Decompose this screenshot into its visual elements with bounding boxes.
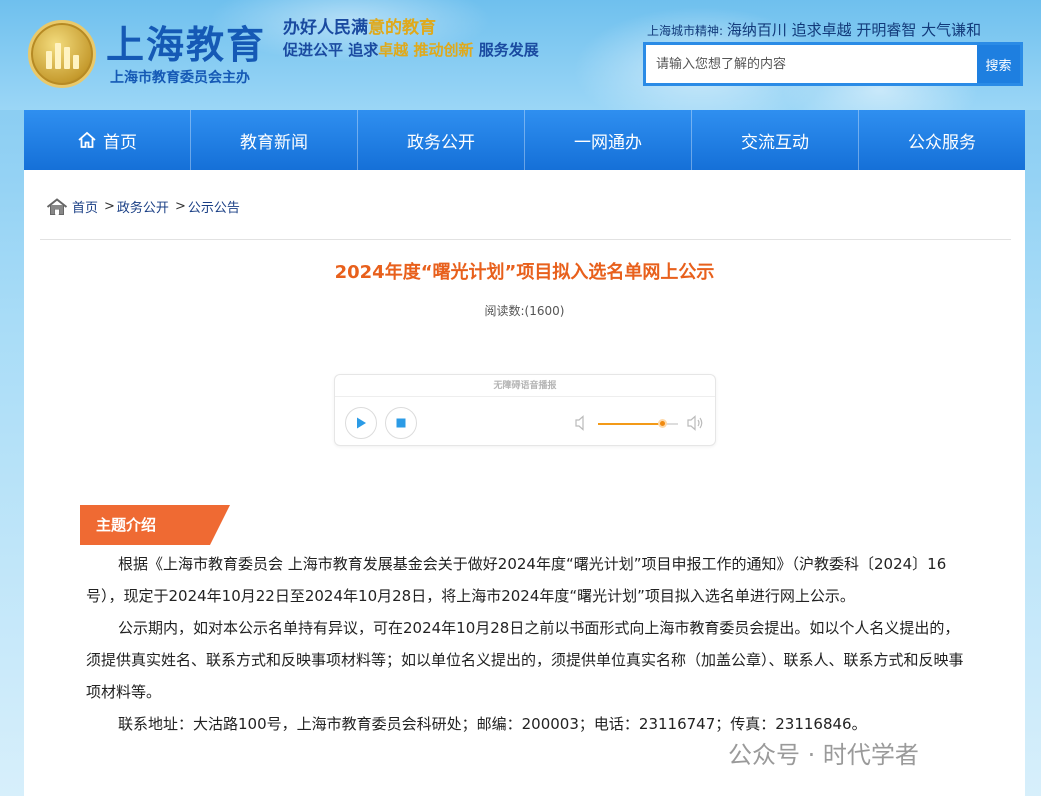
play-button[interactable] bbox=[345, 407, 377, 439]
stop-icon bbox=[396, 418, 406, 428]
watermark-text: 公众号 · 时代学者 bbox=[728, 741, 919, 769]
player-title: 无障碍语音播报 bbox=[335, 375, 715, 397]
article-paragraph: 根据《上海市教育委员会 上海市教育发展基金会关于做好2024年度“曙光计划”项目… bbox=[86, 555, 947, 605]
slogan-line-2-b: 卓越 推动创新 bbox=[378, 41, 474, 59]
breadcrumb-home[interactable]: 首页 bbox=[72, 197, 98, 216]
breadcrumb-government-affairs[interactable]: 政务公开 bbox=[117, 197, 169, 216]
nav-item-label: 一网通办 bbox=[574, 132, 642, 153]
breadcrumb-separator: > bbox=[104, 199, 115, 214]
slogan-line-1: 办好人民满意的教育 bbox=[283, 13, 436, 38]
nav-item-government-affairs[interactable]: 政务公开 bbox=[358, 110, 525, 170]
logo-emblem-icon[interactable] bbox=[28, 20, 96, 88]
search-button[interactable]: 搜索 bbox=[977, 45, 1020, 83]
volume-slider[interactable] bbox=[598, 419, 678, 428]
nav-item-label: 交流互动 bbox=[741, 132, 809, 153]
slogan-line-2-a: 促进公平 追求 bbox=[283, 41, 379, 59]
play-icon bbox=[357, 417, 366, 429]
read-count: 阅读数:(1600) bbox=[484, 304, 565, 318]
city-spirit-text: 海纳百川 追求卓越 开明睿智 大气谦和 bbox=[726, 21, 982, 39]
volume-low-icon[interactable] bbox=[575, 415, 589, 431]
volume-high-icon[interactable] bbox=[687, 415, 705, 431]
nav-item-one-stop-service[interactable]: 一网通办 bbox=[525, 110, 692, 170]
city-spirit: 上海城市精神: 海纳百川 追求卓越 开明睿智 大气谦和 bbox=[647, 19, 981, 40]
home-icon bbox=[78, 131, 96, 148]
article-title: 2024年度“曙光计划”项目拟入选名单网上公示 bbox=[334, 262, 715, 283]
nav-item-label: 公众服务 bbox=[908, 132, 976, 153]
site-logo-subtitle: 上海市教育委员会主办 bbox=[110, 70, 250, 86]
nav-item-education-news[interactable]: 教育新闻 bbox=[191, 110, 358, 170]
divider bbox=[40, 239, 1011, 240]
nav-item-label: 教育新闻 bbox=[240, 132, 308, 153]
breadcrumb-separator: > bbox=[174, 199, 186, 214]
site-header: 上海教育 上海市教育委员会主办 办好人民满意的教育 促进公平 追求卓越 推动创新… bbox=[0, 0, 1041, 110]
home-icon bbox=[46, 197, 68, 215]
nav-item-public-service[interactable]: 公众服务 bbox=[859, 110, 1025, 170]
slogan-line-2: 促进公平 追求卓越 推动创新 服务发展 bbox=[283, 39, 539, 60]
main-content: 首页 > 政务公开 > 公示公告 2024年度“曙光计划”项目拟入选名单网上公示… bbox=[24, 170, 1025, 796]
article-paragraph: 公示期内，如对本公示名单持有异议，可在2024年10月28日之前以书面形式向上海… bbox=[86, 619, 964, 701]
section-tag-label: 主题介绍 bbox=[96, 516, 157, 534]
nav-item-home[interactable]: 首页 bbox=[24, 110, 191, 170]
search-box: 搜索 bbox=[643, 42, 1023, 86]
watermark: 公众号 · 时代学者 bbox=[728, 735, 919, 770]
nav-item-label: 首页 bbox=[103, 132, 137, 153]
article-body: 根据《上海市教育委员会 上海市教育发展基金会关于做好2024年度“曙光计划”项目… bbox=[86, 548, 966, 740]
volume-slider-handle[interactable] bbox=[658, 419, 667, 428]
section-tag: 主题介绍 bbox=[80, 505, 230, 545]
site-logo-title[interactable]: 上海教育 bbox=[106, 14, 266, 69]
nav-item-interaction[interactable]: 交流互动 bbox=[692, 110, 859, 170]
audio-player: 无障碍语音播报 bbox=[334, 374, 716, 446]
breadcrumb-announcements[interactable]: 公示公告 bbox=[188, 197, 240, 216]
volume-slider-fill bbox=[598, 423, 662, 425]
stop-button[interactable] bbox=[385, 407, 417, 439]
slogan-line-2-c: 服务发展 bbox=[473, 41, 539, 59]
city-spirit-label: 上海城市精神: bbox=[647, 24, 724, 38]
slogan-line-1-a: 办好人民满 bbox=[283, 18, 368, 38]
main-nav: 首页 教育新闻 政务公开 一网通办 交流互动 公众服务 bbox=[24, 110, 1025, 170]
breadcrumb: 首页 > 政务公开 > 公示公告 bbox=[46, 197, 240, 216]
search-input[interactable] bbox=[646, 45, 977, 83]
nav-item-label: 政务公开 bbox=[407, 132, 475, 153]
slogan-line-1-b: 意的教育 bbox=[368, 18, 436, 38]
